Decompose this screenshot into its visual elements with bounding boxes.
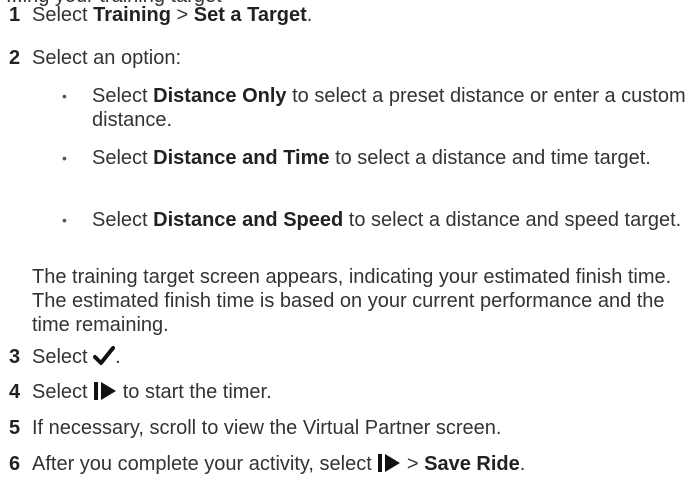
- step-text: After you complete your activity, select: [32, 453, 378, 475]
- step-5: 5 If necessary, scroll to view the Virtua…: [9, 416, 501, 440]
- option-text: Select Distance and Speed to select a di…: [92, 209, 682, 231]
- checkmark-icon: [93, 346, 116, 365]
- step-4: 4 Select to start the timer.: [9, 380, 272, 404]
- step-number: 3: [9, 346, 21, 368]
- step-text: Select: [32, 4, 94, 26]
- step-number: 2: [9, 47, 21, 69]
- step-text: .: [519, 453, 526, 475]
- start-stop-icon: [378, 454, 401, 472]
- step-number: 4: [9, 381, 21, 403]
- step-text: Select: [32, 381, 94, 403]
- step-text: Select: [32, 346, 94, 368]
- step-3: 3 Select .: [9, 345, 121, 369]
- option-text: Select Distance Only to select a preset …: [92, 85, 686, 131]
- result-paragraph: The training target screen appears, indi…: [32, 266, 672, 336]
- step-text: .: [115, 346, 121, 368]
- menu-set-a-target: Set a Target: [193, 4, 307, 26]
- step-number: 5: [9, 417, 21, 439]
- step-text: Select an option:: [32, 47, 181, 69]
- bullet-icon: •: [62, 150, 67, 166]
- step-2: 2 Select an option:: [9, 46, 181, 70]
- step-6: 6 After you complete your activity, selec…: [9, 452, 525, 476]
- menu-save-ride: Save Ride: [424, 453, 520, 475]
- menu-training: Training: [93, 4, 171, 26]
- bullet-icon: •: [62, 212, 67, 228]
- step-number: 1: [9, 4, 21, 26]
- step-text: .: [306, 4, 313, 26]
- menu-separator: >: [170, 4, 194, 26]
- step-1: 1 Select Training > Set a Target.: [9, 3, 312, 27]
- step-number: 6: [9, 453, 21, 475]
- menu-separator: >: [401, 453, 425, 475]
- step-text: to start the timer.: [117, 381, 272, 403]
- option-text: Select Distance and Time to select a dis…: [92, 147, 651, 169]
- bullet-icon: •: [62, 88, 67, 104]
- step-text: If necessary, scroll to view the Virtual…: [32, 417, 502, 439]
- start-stop-icon: [94, 382, 117, 400]
